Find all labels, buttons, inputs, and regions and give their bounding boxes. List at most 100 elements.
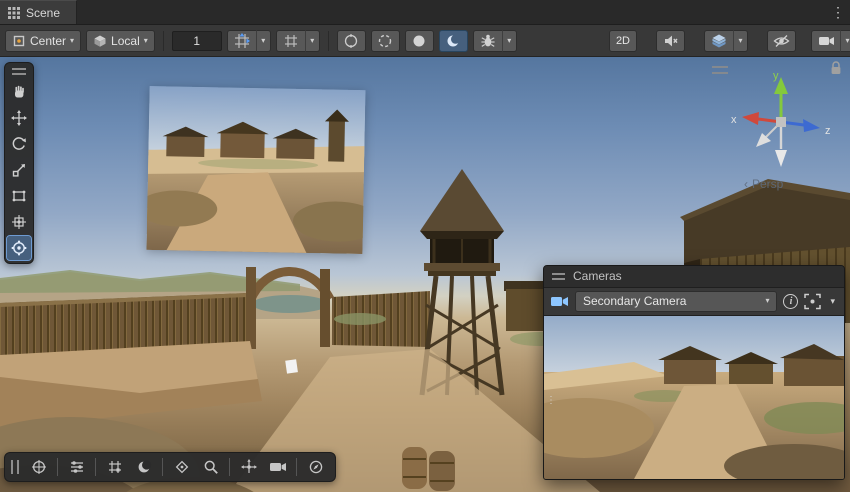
audio-mute-toggle[interactable] bbox=[656, 30, 685, 52]
cameras-panel-title: Cameras bbox=[573, 269, 622, 283]
panel-options-caret[interactable]: ▾ bbox=[827, 297, 838, 306]
circle-filled-toggle[interactable] bbox=[405, 30, 434, 52]
axis-x-label[interactable]: x bbox=[731, 114, 737, 126]
chevron-down-icon: ▾ bbox=[738, 37, 742, 45]
cameras-panel-drag-handle[interactable] bbox=[552, 273, 565, 280]
mode-2d-label: 2D bbox=[616, 35, 630, 47]
view-tool-button[interactable] bbox=[7, 80, 31, 104]
effects-button[interactable] bbox=[704, 30, 733, 52]
camera-preview-render bbox=[146, 86, 365, 254]
panel-resize-grip[interactable]: ⋮ bbox=[546, 398, 556, 403]
search-button[interactable] bbox=[197, 455, 224, 479]
pivot-mode-dropdown[interactable]: Center ▾ bbox=[5, 30, 81, 52]
orientation-gizmo[interactable]: y x z bbox=[726, 67, 836, 177]
moon-toggle[interactable] bbox=[439, 30, 468, 52]
projection-toggle[interactable]: ‹ Persp bbox=[744, 177, 783, 191]
chevron-down-icon: ▾ bbox=[144, 37, 148, 45]
camera-icon bbox=[818, 34, 835, 48]
camera-settings-group: ▾ bbox=[811, 30, 850, 52]
grid-visual-group: ▾ bbox=[276, 30, 320, 52]
moon-icon bbox=[136, 459, 152, 475]
bug-icon bbox=[480, 33, 496, 49]
layers-icon bbox=[711, 33, 727, 49]
circle-crosshair-icon bbox=[343, 33, 359, 49]
tools-overlay bbox=[4, 62, 34, 264]
camera-icon bbox=[550, 294, 569, 309]
eye-slash-icon bbox=[773, 33, 790, 49]
local-space-icon bbox=[93, 34, 107, 48]
custom-editor-tool-button[interactable] bbox=[7, 236, 31, 260]
camera-select-value: Secondary Camera bbox=[583, 294, 686, 308]
chevron-down-icon: ▾ bbox=[310, 37, 314, 45]
axis-z-label[interactable]: z bbox=[825, 125, 831, 137]
billboard-button[interactable] bbox=[168, 455, 195, 479]
grid-settings-button[interactable] bbox=[101, 455, 128, 479]
grid-snap-caret[interactable]: ▾ bbox=[256, 30, 271, 52]
mode-2d-toggle[interactable]: 2D bbox=[609, 30, 637, 52]
circle-cross-button[interactable] bbox=[25, 455, 52, 479]
scene-camera-caret[interactable]: ▾ bbox=[840, 30, 850, 52]
orientation-label: Local bbox=[111, 34, 140, 48]
tab-scene[interactable]: Scene bbox=[0, 0, 77, 24]
effects-group: ▾ bbox=[704, 30, 748, 52]
speaker-muted-icon bbox=[663, 33, 679, 49]
toolbar-separator bbox=[328, 31, 329, 51]
move-overlay-button[interactable] bbox=[235, 455, 262, 479]
orientation-dropdown[interactable]: Local ▾ bbox=[86, 30, 155, 52]
rotate-tool-button[interactable] bbox=[7, 132, 31, 156]
transform-icon bbox=[11, 214, 27, 230]
transform-tool-button[interactable] bbox=[7, 210, 31, 234]
camera-icon bbox=[269, 460, 287, 474]
effects-caret[interactable]: ▾ bbox=[733, 30, 748, 52]
camera-select-dropdown[interactable]: Secondary Camera ▾ bbox=[575, 291, 777, 312]
info-button[interactable]: i bbox=[783, 294, 798, 309]
grid-visibility-caret[interactable]: ▾ bbox=[305, 30, 320, 52]
camera-overlay-button[interactable] bbox=[264, 455, 291, 479]
tab-options-icon[interactable]: ⋮ bbox=[826, 0, 850, 24]
cameras-panel-controls: Secondary Camera ▾ i ▾ bbox=[544, 288, 844, 315]
moon-button[interactable] bbox=[130, 455, 157, 479]
scene-viewport[interactable]: y x z ‹ Persp Cameras Seconda bbox=[0, 57, 850, 492]
camera-preview-overlay bbox=[146, 86, 365, 254]
chevron-down-icon: ▾ bbox=[765, 297, 769, 305]
cameras-panel: Cameras Secondary Camera ▾ i bbox=[543, 265, 845, 480]
rect-icon bbox=[11, 188, 27, 204]
circle-cross-icon bbox=[31, 459, 47, 475]
scale-tool-button[interactable] bbox=[7, 158, 31, 182]
move-icon bbox=[11, 110, 27, 126]
circle-dashed-icon bbox=[377, 33, 393, 49]
axis-y-label[interactable]: y bbox=[773, 70, 779, 82]
frame-selected-button[interactable] bbox=[804, 293, 821, 310]
bug-caret[interactable]: ▾ bbox=[502, 30, 517, 52]
grid-visibility-button[interactable] bbox=[276, 30, 305, 52]
scene-visibility-toggle[interactable] bbox=[767, 30, 796, 52]
lock-icon[interactable] bbox=[830, 61, 842, 75]
move-tool-button[interactable] bbox=[7, 106, 31, 130]
bottom-toolbar-overlay bbox=[4, 452, 336, 482]
circle-dashed-toggle[interactable] bbox=[371, 30, 400, 52]
scene-camera-button[interactable] bbox=[811, 30, 840, 52]
tab-bar: Scene ⋮ bbox=[0, 0, 850, 25]
bottom-toolbar-drag-handle[interactable] bbox=[11, 460, 19, 474]
rect-tool-button[interactable] bbox=[7, 184, 31, 208]
bottom-toolbar-separator bbox=[296, 458, 297, 476]
tools-drag-handle[interactable] bbox=[12, 68, 26, 75]
sliders-button[interactable] bbox=[63, 455, 90, 479]
secondary-camera-render bbox=[544, 316, 844, 479]
grid-snap-button[interactable] bbox=[227, 30, 256, 52]
rotate-icon bbox=[11, 136, 27, 152]
grid-mixer-icon bbox=[107, 459, 123, 475]
search-icon bbox=[203, 459, 219, 475]
chevron-down-icon: ▾ bbox=[70, 37, 74, 45]
move-dot-icon bbox=[241, 459, 257, 475]
diamond-icon bbox=[174, 459, 190, 475]
projection-label: Persp bbox=[752, 177, 783, 191]
grid-snap-group: ▾ bbox=[227, 30, 271, 52]
bottom-toolbar-separator bbox=[57, 458, 58, 476]
bug-button[interactable] bbox=[473, 30, 502, 52]
cameras-panel-header[interactable]: Cameras bbox=[544, 266, 844, 288]
circle-crosshair-toggle[interactable] bbox=[337, 30, 366, 52]
navigation-button[interactable] bbox=[302, 455, 329, 479]
scene-tab-grid-icon bbox=[8, 7, 20, 19]
snap-increment-field[interactable] bbox=[172, 31, 222, 51]
